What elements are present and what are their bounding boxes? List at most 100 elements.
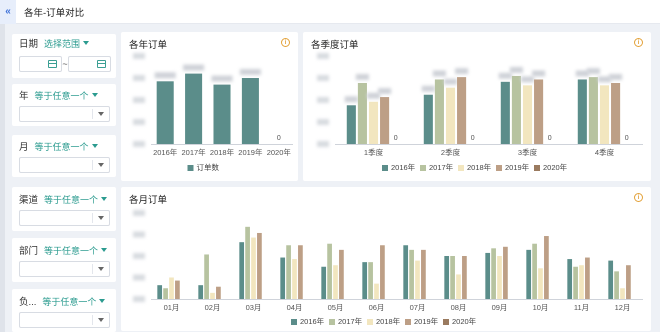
- y-tick-placeholder: [133, 119, 145, 125]
- bar: [368, 101, 379, 144]
- bar: [491, 248, 496, 299]
- bar: [286, 245, 291, 299]
- filter-department-label: 部门: [19, 246, 39, 257]
- data-label-placeholder: [520, 76, 535, 83]
- filter-date-selector[interactable]: 选择范围: [44, 37, 90, 50]
- legend-swatch: [534, 165, 540, 171]
- filter-channel-select[interactable]: [19, 210, 110, 226]
- x-tick-label: 06月: [369, 303, 385, 312]
- legend-swatch: [382, 165, 388, 171]
- x-tick-label: 01月: [164, 303, 180, 312]
- data-label-placeholder: [432, 70, 446, 77]
- bar: [456, 274, 461, 299]
- bar: [157, 285, 163, 299]
- filter-month-selector-text: 等于任意一个: [34, 141, 89, 152]
- bar: [522, 85, 533, 144]
- chart-yearly: 2016年 2017年 2018年 2019年 0 2020年订单数: [133, 53, 293, 172]
- y-tick-placeholder: [317, 119, 329, 125]
- y-tick-placeholder: [133, 210, 145, 216]
- filter-month-label: 月: [19, 142, 29, 153]
- x-tick-label: 07月: [410, 303, 426, 312]
- legend-label: 2020年: [543, 162, 568, 172]
- divider: [92, 160, 93, 170]
- bar: [280, 257, 286, 299]
- y-tick-placeholder: [133, 53, 145, 59]
- filter-year-selector[interactable]: 等于任意一个: [35, 89, 98, 102]
- x-tick-label: 2016年: [153, 147, 178, 157]
- divider: [92, 264, 93, 274]
- date-end-input[interactable]: [68, 56, 111, 72]
- filter-department-select[interactable]: [19, 261, 110, 277]
- legend-label: 2016年: [300, 316, 325, 326]
- legend-label: 2016年: [391, 162, 416, 172]
- x-tick-label: 10月: [533, 303, 549, 312]
- legend-label: 2018年: [376, 316, 401, 326]
- data-label-placeholder: [211, 75, 233, 82]
- chevron-down-icon: [98, 318, 104, 322]
- bar: [241, 78, 259, 144]
- x-tick-label: 04月: [287, 303, 303, 312]
- data-label-placeholder: [344, 96, 358, 103]
- y-tick-placeholder: [317, 97, 329, 103]
- top-bar: « 各年-订单对比: [0, 0, 660, 24]
- bar: [374, 283, 379, 299]
- chevron-down-icon: [99, 299, 106, 303]
- data-label-placeholder: [498, 72, 512, 79]
- filter-month-select[interactable]: [19, 157, 110, 173]
- legend-label: 2018年: [467, 162, 492, 172]
- bar: [239, 242, 245, 299]
- bar: [444, 256, 450, 299]
- date-start-input[interactable]: [19, 56, 62, 72]
- data-label-placeholder: [378, 88, 392, 95]
- legend-label: 订单数: [197, 162, 220, 172]
- bar: [544, 236, 549, 299]
- bar: [368, 262, 373, 299]
- filter-owner-selector[interactable]: 等于任意一个: [42, 295, 106, 308]
- bar: [614, 271, 619, 299]
- x-tick-label: 08月: [451, 303, 467, 312]
- filter-year-label: 年: [19, 91, 29, 102]
- sidebar-strip: [0, 24, 5, 332]
- bar: [585, 257, 590, 299]
- bar: [321, 266, 327, 299]
- bar: [257, 232, 262, 299]
- legend-swatch: [187, 165, 194, 171]
- bar: [204, 254, 209, 299]
- legend-swatch: [367, 319, 373, 325]
- filter-year-selector-text: 等于任意一个: [34, 90, 89, 101]
- bar: [503, 246, 508, 299]
- bar: [403, 245, 409, 299]
- bar: [462, 256, 467, 299]
- legend-label: 2017年: [429, 162, 454, 172]
- data-label: 0: [625, 135, 629, 142]
- filter-month: 月 等于任意一个: [12, 135, 116, 177]
- x-tick-label: 09月: [492, 303, 508, 312]
- bar: [409, 249, 414, 299]
- filter-owner-select[interactable]: [19, 312, 110, 328]
- x-tick-label: 12月: [615, 303, 631, 312]
- y-tick-placeholder: [133, 231, 145, 238]
- filter-year-select[interactable]: [19, 106, 110, 122]
- x-tick-label: 3季度: [518, 147, 538, 157]
- y-tick-placeholder: [133, 97, 145, 103]
- filter-channel-selector[interactable]: 等于任意一个: [44, 193, 108, 206]
- y-tick-placeholder: [133, 253, 145, 259]
- legend-label: 2017年: [338, 316, 363, 326]
- bar: [434, 79, 444, 144]
- bar: [588, 77, 598, 144]
- filter-department: 部门 等于任意一个: [12, 238, 116, 282]
- bar: [611, 82, 621, 144]
- divider: [92, 315, 93, 325]
- x-tick-label: 05月: [328, 303, 344, 312]
- x-tick-label: 11月: [574, 303, 589, 312]
- data-label-placeholder: [421, 85, 435, 92]
- bar: [577, 79, 587, 144]
- chevron-down-icon: [101, 248, 108, 252]
- filter-department-selector[interactable]: 等于任意一个: [44, 244, 108, 257]
- filter-month-selector[interactable]: 等于任意一个: [35, 140, 98, 153]
- collapse-icon[interactable]: «: [0, 0, 16, 24]
- y-tick-placeholder: [133, 75, 145, 81]
- bar: [457, 77, 467, 144]
- filter-department-selector-text: 等于任意一个: [44, 245, 99, 256]
- bar: [163, 288, 168, 299]
